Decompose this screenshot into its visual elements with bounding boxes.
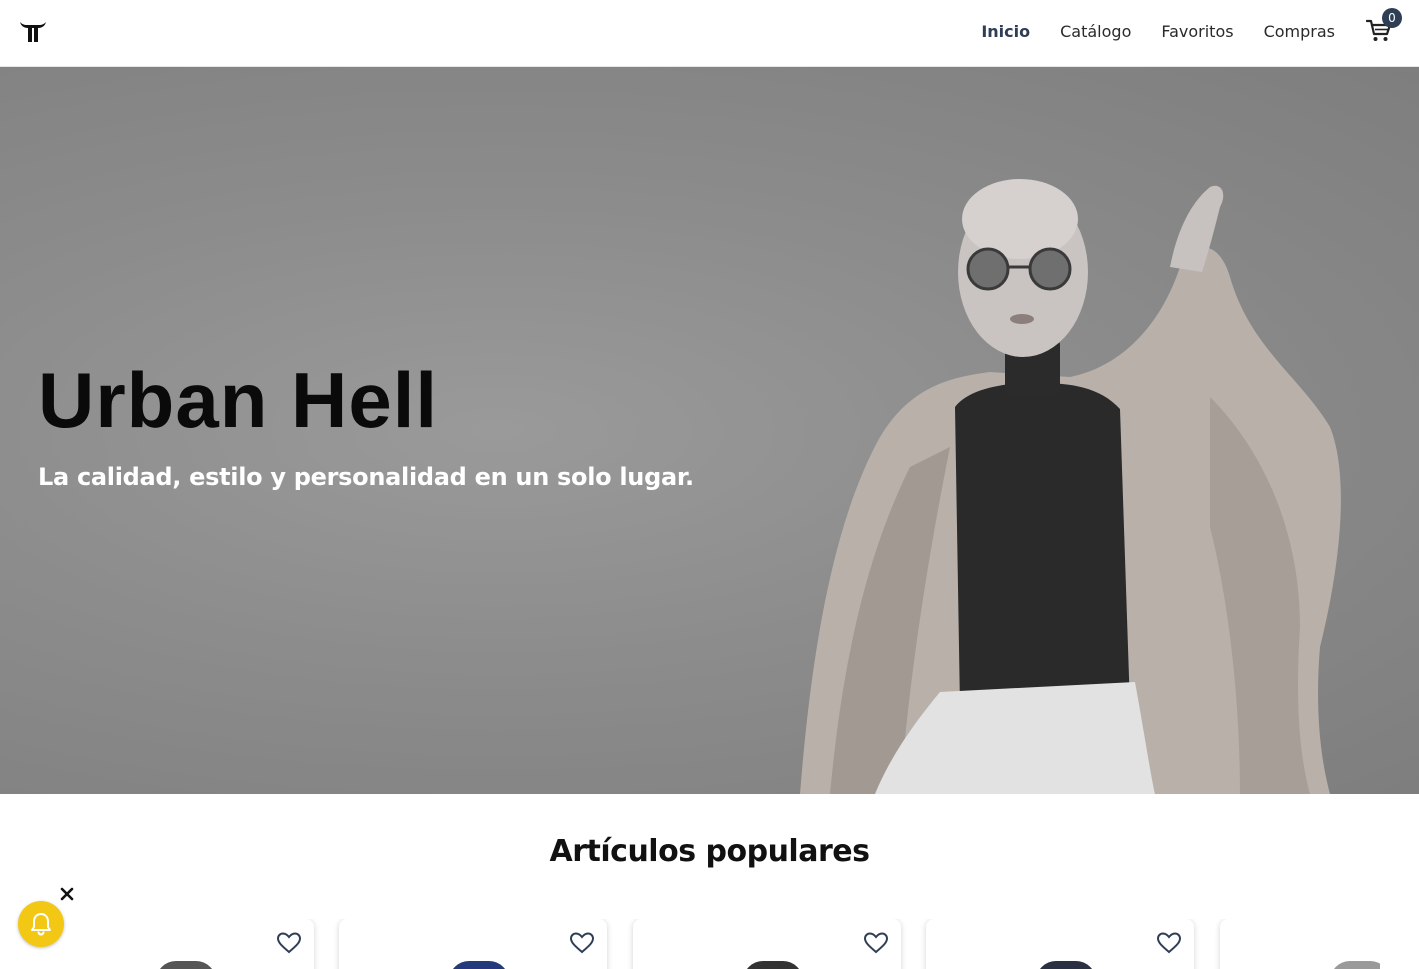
product-thumbnail — [1036, 961, 1096, 969]
product-thumbnail — [449, 961, 509, 969]
popular-products-row — [46, 919, 1380, 969]
nav-link-catalogo[interactable]: Catálogo — [1060, 22, 1131, 41]
product-thumbnail — [156, 961, 216, 969]
product-card[interactable] — [633, 919, 901, 969]
close-icon[interactable] — [58, 885, 76, 903]
nav-link-compras[interactable]: Compras — [1264, 22, 1335, 41]
cart-count-badge: 0 — [1382, 8, 1402, 28]
product-card[interactable] — [46, 919, 314, 969]
product-card[interactable] — [1220, 919, 1380, 969]
nav-link-favoritos[interactable]: Favoritos — [1161, 22, 1233, 41]
nav-link-inicio[interactable]: Inicio — [981, 22, 1030, 41]
notification-button[interactable] — [18, 901, 64, 947]
product-thumbnail — [743, 961, 803, 969]
top-navbar: Inicio Catálogo Favoritos Compras 0 — [0, 0, 1419, 67]
section-title-popular: Artículos populares — [549, 834, 870, 869]
main-nav: Inicio Catálogo Favoritos Compras — [981, 22, 1335, 41]
bell-icon — [31, 913, 51, 936]
favorite-heart-icon[interactable] — [1156, 931, 1182, 955]
bull-logo-icon[interactable] — [18, 16, 48, 46]
product-thumbnail — [1330, 961, 1380, 969]
hero-subtitle: La calidad, estilo y personalidad en un … — [38, 463, 694, 491]
favorite-heart-icon[interactable] — [276, 931, 302, 955]
hero-model-image — [800, 179, 1341, 794]
favorite-heart-icon[interactable] — [863, 931, 889, 955]
favorite-heart-icon[interactable] — [569, 931, 595, 955]
product-card[interactable] — [339, 919, 607, 969]
hero-title: Urban Hell — [38, 356, 439, 444]
hero-banner: Urban Hell La calidad, estilo y personal… — [0, 67, 1419, 794]
product-card[interactable] — [926, 919, 1194, 969]
